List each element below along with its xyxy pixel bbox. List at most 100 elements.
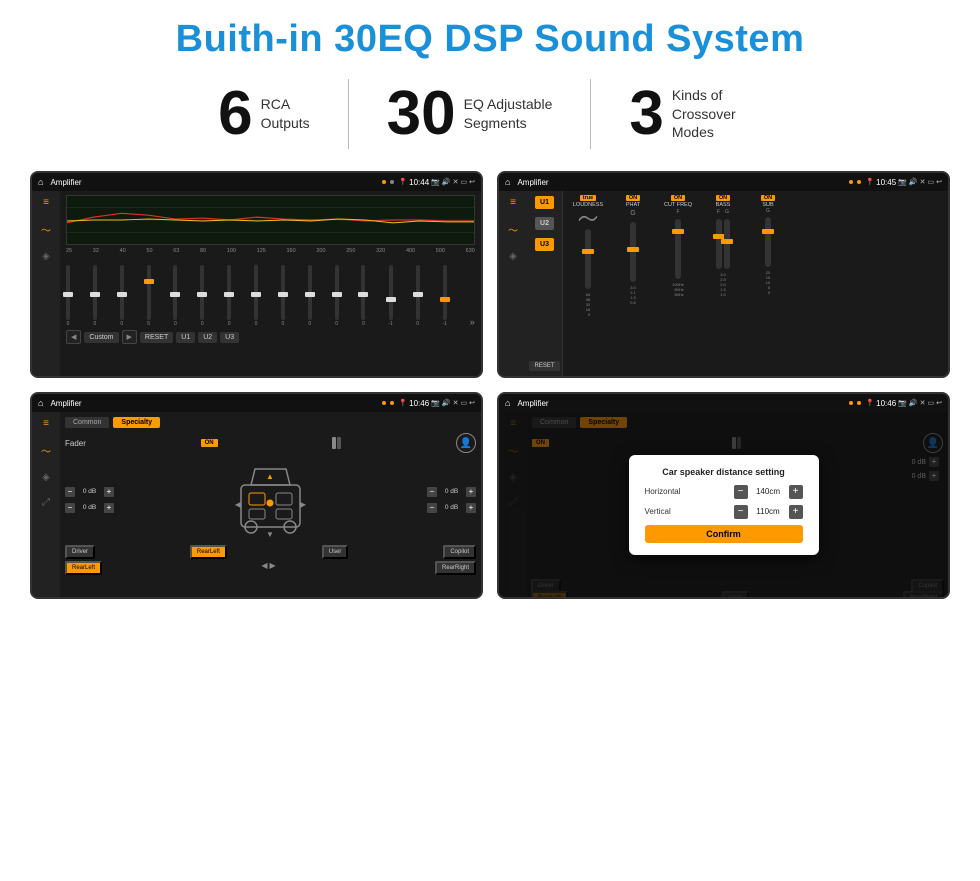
dsp-u1-btn[interactable]: U1 — [535, 196, 554, 209]
play-dot-2 — [849, 180, 853, 184]
speaker-fr-ctrl: − 0 dB + — [427, 487, 476, 497]
settings-circle[interactable]: 👤 — [456, 433, 476, 453]
dsp-u2-btn[interactable]: U2 — [535, 217, 554, 230]
home-icon-3[interactable]: ⌂ — [38, 398, 43, 408]
sub-on[interactable]: ON — [761, 195, 775, 201]
copilot-btn[interactable]: Copilot — [443, 545, 476, 559]
slider-track-0[interactable] — [66, 265, 70, 320]
eq-icon-3[interactable]: ≡ — [43, 418, 49, 429]
driver-btn[interactable]: Driver — [65, 545, 95, 559]
stat-desc-crossover: Kinds of Crossover Modes — [672, 86, 762, 143]
svg-text:▼: ▼ — [266, 530, 274, 539]
rl-plus[interactable]: + — [104, 503, 114, 513]
user-btn[interactable]: User — [322, 545, 349, 559]
dsp-bass: ON BASS FG 3.02.52.01. — [702, 195, 744, 297]
left-speakers: − 0 dB + − 0 dB + — [65, 487, 114, 513]
expand-icon[interactable]: » — [470, 317, 475, 327]
car-layout: ▲ ▼ ◀ ▶ — [118, 457, 423, 542]
sidebar-2: ≡ 〜 ◈ — [499, 191, 527, 376]
fader-nav-row2: RearLeft ◀ ▶ RearRight — [65, 561, 476, 575]
slider-col-7: 0 — [254, 265, 258, 327]
fr-minus[interactable]: − — [427, 487, 437, 497]
stat-number-eq: 30 — [387, 83, 456, 145]
eq-next-button[interactable]: ▶ — [122, 330, 137, 344]
eq-mode-label[interactable]: Custom — [84, 332, 118, 343]
phat-slider[interactable] — [630, 222, 636, 282]
fl-plus[interactable]: + — [104, 487, 114, 497]
fl-minus[interactable]: − — [65, 487, 75, 497]
dialog-vertical-row: Vertical − 110cm + — [645, 505, 803, 519]
home-icon-1[interactable]: ⌂ — [38, 177, 43, 187]
vertical-ctrl: − 110cm + — [734, 505, 803, 519]
speaker-icon-2[interactable]: ◈ — [509, 251, 517, 262]
rl-minus[interactable]: − — [65, 503, 75, 513]
cutfreq-label: CUT FREQ — [664, 202, 692, 208]
wave-icon-3[interactable]: 〜 — [41, 443, 51, 458]
slider-col-8: 0 — [281, 265, 285, 327]
eq-freq-labels: 25 32 40 50 63 80 100 125 160 200 250 32… — [66, 248, 475, 254]
slider-col-9: 0 — [308, 265, 312, 327]
eq-u2-button[interactable]: U2 — [198, 332, 217, 343]
speaker-icon-3[interactable]: ◈ — [42, 472, 50, 483]
eq-graph — [66, 195, 475, 245]
fader-tabs: Common Specialty — [65, 417, 476, 428]
eq-icon-2[interactable]: ≡ — [510, 197, 516, 208]
screens-grid: ⌂ Amplifier 📍 10:44 📷🔊✕▭↩ ≡ 〜 ◈ — [30, 171, 950, 599]
cutfreq-slider[interactable] — [675, 219, 681, 279]
svg-text:◀: ◀ — [235, 500, 242, 509]
slider-col-0: 0 — [66, 265, 70, 327]
dialog-horizontal-row: Horizontal − 140cm + — [645, 485, 803, 499]
rr-minus[interactable]: − — [427, 503, 437, 513]
home-icon-4[interactable]: ⌂ — [505, 398, 510, 408]
wave-icon[interactable]: 〜 — [41, 222, 51, 237]
eq-icon[interactable]: ≡ — [43, 197, 49, 208]
bass-on[interactable]: ON — [716, 195, 730, 201]
eq-u1-button[interactable]: U1 — [176, 332, 195, 343]
rl-val: 0 dB — [77, 504, 102, 511]
all-btn[interactable]: RearLeft — [190, 545, 227, 559]
horizontal-plus[interactable]: + — [789, 485, 803, 499]
vertical-plus[interactable]: + — [789, 505, 803, 519]
left-arr[interactable]: ◀ — [261, 561, 267, 575]
confirm-button[interactable]: Confirm — [645, 525, 803, 543]
bass-slider-g[interactable] — [724, 219, 730, 269]
bass-slider-f[interactable] — [716, 219, 722, 269]
eq-prev-button[interactable]: ◀ — [66, 330, 81, 344]
horizontal-minus[interactable]: − — [734, 485, 748, 499]
time-4: 10:46 — [876, 399, 896, 408]
status-icons-2: 📍 10:45 📷🔊✕▭↩ — [865, 178, 942, 187]
play-dot-3 — [382, 401, 386, 405]
fr-plus[interactable]: + — [466, 487, 476, 497]
loudness-on[interactable]: true — [580, 195, 596, 201]
fader-on-badge[interactable]: ON — [201, 439, 218, 447]
phat-on[interactable]: ON — [626, 195, 640, 201]
stat-number-rca: 6 — [218, 83, 252, 145]
stats-row: 6 RCA Outputs 30 EQ Adjustable Segments … — [30, 79, 950, 149]
rr-plus[interactable]: + — [466, 503, 476, 513]
rearright-btn[interactable]: RearRight — [435, 561, 476, 575]
dsp-reset-btn[interactable]: RESET — [529, 361, 559, 371]
eq-sliders: 0 0 0 5 — [66, 257, 475, 327]
right-arr[interactable]: ▶ — [270, 561, 276, 575]
wave-icon-2[interactable]: 〜 — [508, 222, 518, 237]
stat-eq: 30 EQ Adjustable Segments — [349, 83, 591, 145]
eq-u3-button[interactable]: U3 — [220, 332, 239, 343]
sub-slider[interactable] — [765, 217, 771, 267]
home-icon-2[interactable]: ⌂ — [505, 177, 510, 187]
loudness-slider[interactable] — [585, 229, 591, 289]
dsp-u3-btn[interactable]: U3 — [535, 238, 554, 251]
pause-dot-3 — [390, 401, 394, 405]
eq-main: 25 32 40 50 63 80 100 125 160 200 250 32… — [60, 191, 481, 376]
vertical-minus[interactable]: − — [734, 505, 748, 519]
speaker-rl-ctrl: − 0 dB + — [65, 503, 114, 513]
cutfreq-on[interactable]: ON — [671, 195, 685, 201]
tab-specialty[interactable]: Specialty — [113, 417, 160, 428]
eq-reset-button[interactable]: RESET — [140, 332, 173, 343]
tab-common[interactable]: Common — [65, 417, 109, 428]
horizontal-label: Horizontal — [645, 487, 681, 496]
speaker-icon[interactable]: ◈ — [42, 251, 50, 262]
rearleft-btn[interactable]: RearLeft — [65, 561, 102, 575]
arrows-icon-3[interactable]: ⤢ — [42, 497, 50, 508]
screen-dialog: ⌂ Amplifier 📍 10:46 📷🔊✕▭↩ ≡ 〜 ◈ ⤢ — [497, 392, 950, 599]
screen-dsp: ⌂ Amplifier 📍 10:45 📷🔊✕▭↩ ≡ 〜 ◈ U1 — [497, 171, 950, 378]
